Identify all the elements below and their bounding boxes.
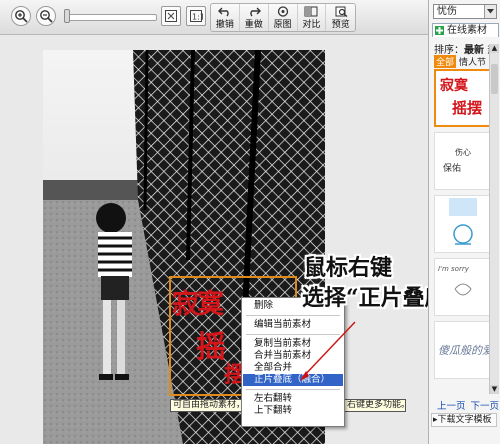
menu-separator — [246, 389, 340, 390]
menu-item-multiply-blend[interactable]: 正片叠底（融合） — [243, 374, 343, 386]
next-page-link[interactable]: 下一页 — [471, 401, 500, 412]
edit-tool-group: 撤销 重做 原图 对比 预览 — [210, 3, 356, 32]
material-thumbnail[interactable] — [434, 195, 494, 253]
redo-icon — [250, 7, 261, 17]
tab-label: 在线素材 — [447, 25, 487, 36]
menu-separator — [246, 315, 340, 316]
category-dropdown[interactable]: 忧伤 — [433, 4, 497, 19]
undo-button[interactable]: 撤销 — [211, 4, 240, 31]
menu-item-copy-material[interactable]: 复制当前素材 — [243, 338, 343, 350]
online-cross-icon — [435, 26, 444, 35]
thumb-text: 保佑 — [443, 164, 462, 174]
thumb-drawing — [454, 283, 472, 296]
scrollbar-thumb[interactable] — [491, 64, 498, 94]
svg-text:1:1: 1:1 — [192, 13, 203, 22]
material-thumbnail[interactable]: 傻瓜般的爱 — [434, 321, 494, 379]
redo-label: 重做 — [244, 20, 263, 30]
original-icon — [277, 6, 288, 17]
chevron-down-icon — [484, 5, 496, 18]
scroll-down-icon[interactable]: ▼ — [490, 385, 499, 394]
thumb-drawing — [449, 198, 477, 245]
fit-screen-icon — [165, 10, 177, 22]
actual-size-icon: 1:1 — [190, 10, 203, 22]
hint-text-right: 右键更多功能。 — [345, 400, 405, 411]
text-material[interactable]: 寂寞 摇 摆 — [170, 282, 250, 392]
menu-item-merge-all[interactable]: 全部合并 — [243, 362, 343, 374]
thumb-text: 摇摆 — [452, 99, 483, 117]
redo-button[interactable]: 重做 — [240, 4, 269, 31]
prev-page-link[interactable]: 上一页 — [437, 401, 466, 412]
compare-button[interactable]: 对比 — [298, 4, 327, 31]
preview-button[interactable]: 预览 — [326, 4, 355, 31]
sort-bar: 排序：最新 热 — [434, 41, 497, 56]
material-thumbnail[interactable]: 伤心 保佑 — [434, 132, 494, 190]
zoom-slider-handle[interactable] — [64, 9, 70, 23]
menu-item-flip-vertical[interactable]: 上下翻转 — [243, 405, 343, 417]
preview-icon — [335, 6, 348, 17]
toolbar: 1:1 撤销 重做 原图 对比 预览 — [0, 0, 428, 35]
thumb-text: 寂寞 — [440, 78, 468, 94]
material-text-line1: 寂寞 — [172, 289, 224, 320]
original-button[interactable]: 原图 — [269, 4, 298, 31]
original-label: 原图 — [273, 20, 292, 30]
menu-separator — [246, 334, 340, 335]
zoom-out-button[interactable] — [36, 6, 56, 26]
thumb-text: 伤心 — [455, 148, 471, 157]
compare-icon — [304, 6, 318, 17]
zoom-in-icon — [15, 10, 28, 23]
undo-icon — [217, 7, 229, 17]
menu-item-flip-horizontal[interactable]: 左右翻转 — [243, 393, 343, 405]
pagination: 上一页 下一页 末 — [437, 398, 500, 412]
zoom-slider-track[interactable] — [67, 14, 157, 21]
preview-label: 预览 — [331, 20, 350, 30]
fit-screen-button[interactable] — [161, 6, 181, 26]
panel-scrollbar[interactable]: ▲ ▼ — [489, 44, 499, 394]
download-label: 下载文字模板 — [437, 415, 492, 425]
zoom-out-icon — [40, 10, 53, 23]
menu-item-edit-material[interactable]: 编辑当前素材 — [243, 319, 343, 331]
material-text-line2: 摇 — [196, 330, 226, 365]
zoom-in-button[interactable] — [11, 6, 31, 26]
scroll-up-icon[interactable]: ▲ — [490, 44, 499, 53]
undo-label: 撤销 — [215, 20, 234, 30]
material-thumbnail[interactable]: 寂寞 摇摆 — [434, 69, 494, 127]
compare-label: 对比 — [302, 20, 321, 30]
actual-size-button[interactable]: 1:1 — [186, 6, 206, 26]
download-template-button[interactable]: ▸下载文字模板 — [431, 413, 497, 427]
material-thumbnail[interactable]: I'm sorry — [434, 258, 494, 316]
tab-online-materials[interactable]: 在线素材 — [432, 23, 499, 37]
context-menu: 删除 编辑当前素材 复制当前素材 合并当前素材 全部合并 正片叠底（融合） 左右… — [241, 297, 345, 427]
category-dropdown-value: 忧伤 — [437, 6, 457, 17]
menu-item-merge-material[interactable]: 合并当前素材 — [243, 350, 343, 362]
hint-text-left: 可自由拖动素材， — [173, 400, 246, 410]
thumb-text: 傻瓜般的爱 — [438, 344, 493, 357]
